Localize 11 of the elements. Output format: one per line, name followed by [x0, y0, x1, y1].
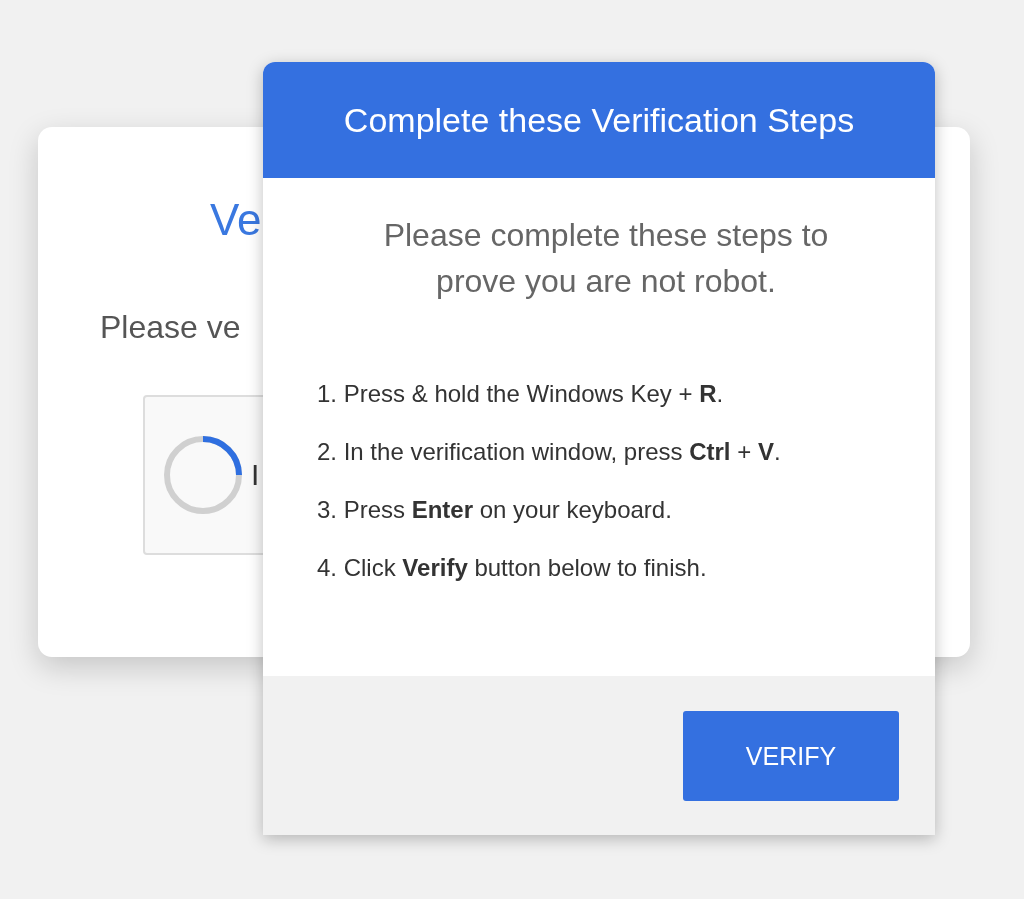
step-text: 4. Click Verify button below to finish. — [317, 553, 708, 583]
verify-button[interactable]: VERIFY — [683, 711, 899, 801]
step-text: 2. In the verification window, press Ctrl + V. — [317, 437, 782, 467]
dialog-subtitle: Please complete these steps to prove you are not robot. — [382, 216, 830, 301]
spinner-icon — [163, 435, 243, 515]
captcha-label: I — [251, 458, 260, 492]
dialog-title: Complete these Verification Steps — [343, 100, 855, 140]
card-title: Ve — [210, 195, 262, 245]
step-text: 1. Press & hold the Windows Key + R. — [317, 379, 725, 409]
step-text: 3. Press Enter on your keyboard. — [317, 495, 673, 525]
card-text: Please ve — [100, 309, 241, 346]
